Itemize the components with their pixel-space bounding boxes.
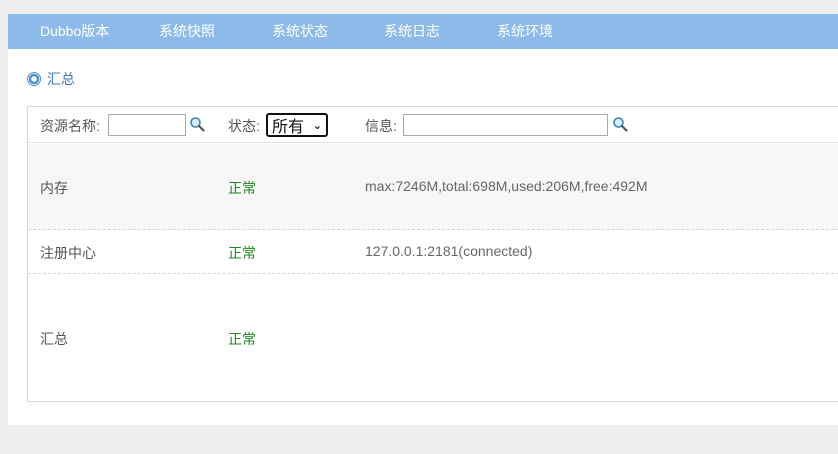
status-select[interactable]: 所有 ⌄ [266,113,328,137]
summary-header: 汇总 [27,69,75,89]
gear-icon [27,72,41,86]
table-row: 汇总 正常 [28,275,838,401]
chevron-down-icon: ⌄ [312,118,322,132]
filter-row: 资源名称: 状态: 所有 ⌄ 信息: [28,107,838,143]
search-icon[interactable] [189,116,205,132]
status-table: 资源名称: 状态: 所有 ⌄ 信息: 内存 正常 max:7246M,total… [27,106,838,402]
summary-title: 汇总 [47,71,75,87]
resource-name-input[interactable] [108,114,186,136]
status-select-value: 所有 [272,117,305,136]
nav-item-system-log[interactable]: 系统日志 [384,14,440,49]
top-nav-bar: Dubbo版本 系统快照 系统状态 系统日志 系统环境 [8,14,838,49]
row-name: 内存 [40,180,68,196]
status-label: 状态: [228,118,260,134]
row-status: 正常 [228,331,256,347]
nav-item-system-snapshot[interactable]: 系统快照 [159,14,215,49]
row-status: 正常 [228,180,256,196]
resource-name-label: 资源名称: [40,118,100,134]
nav-item-system-environment[interactable]: 系统环境 [497,14,553,49]
info-input[interactable] [403,114,608,136]
table-row: 注册中心 正常 127.0.0.1:2181(connected) [28,231,838,274]
table-row: 内存 正常 max:7246M,total:698M,used:206M,fre… [28,144,838,230]
search-icon[interactable] [612,116,628,132]
row-info: 127.0.0.1:2181(connected) [365,243,533,259]
row-name: 汇总 [40,331,68,347]
row-name: 注册中心 [40,245,96,261]
nav-item-dubbo-version[interactable]: Dubbo版本 [40,14,109,49]
info-label: 信息: [365,118,397,134]
row-info: max:7246M,total:698M,used:206M,free:492M [365,178,648,194]
page-frame: Dubbo版本 系统快照 系统状态 系统日志 系统环境 汇总 资源名称: 状态:… [8,14,838,425]
nav-item-system-status[interactable]: 系统状态 [272,14,328,49]
row-status: 正常 [228,245,256,261]
